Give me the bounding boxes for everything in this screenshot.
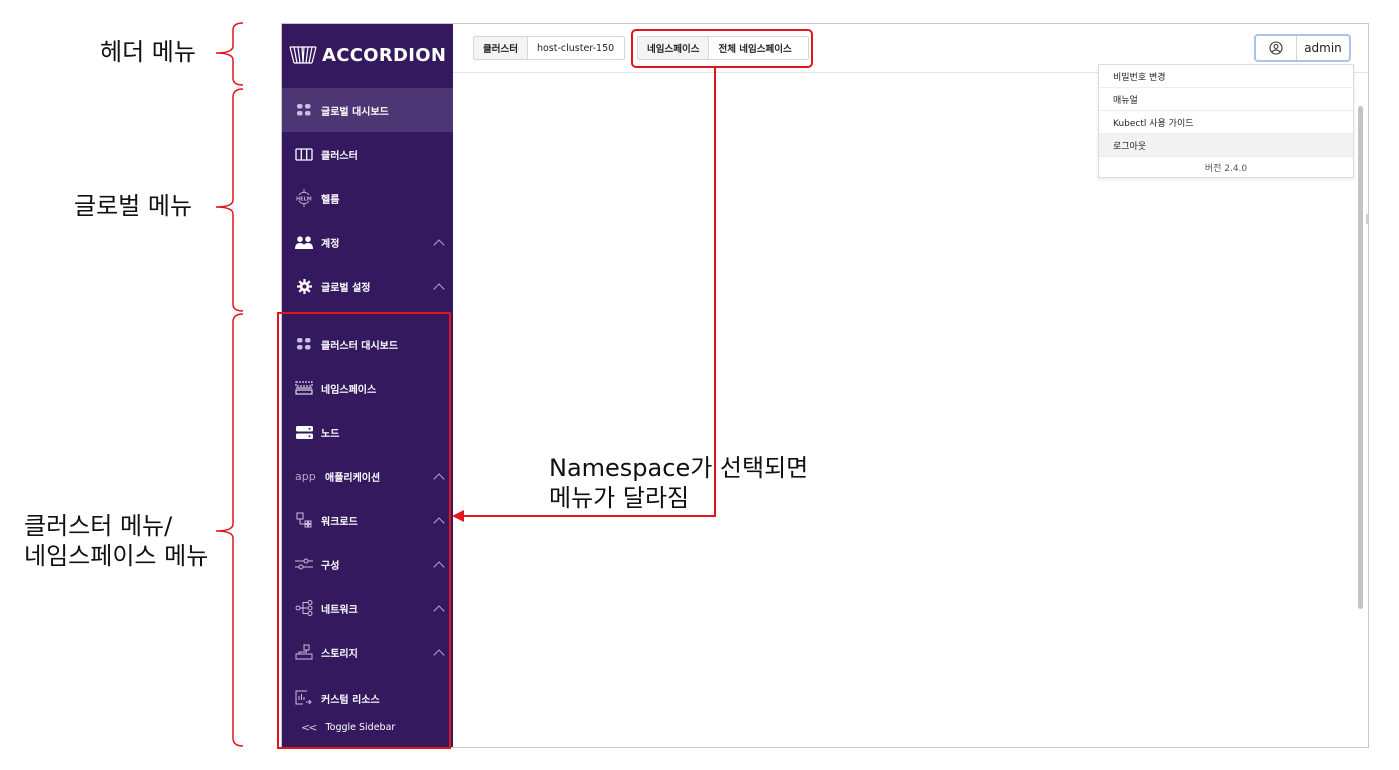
namespace-highlight-box [631,29,813,68]
header-menu-annotation: 헤더 메뉴 [100,38,196,66]
header-menu-brace [215,22,244,86]
cluster-menu-annotation-line2: 네임스페이스 메뉴 [24,542,209,570]
arrow-head-icon [452,510,464,522]
cluster-menu-highlight-box [277,312,451,749]
annotation-overlay [215,22,813,749]
cluster-menu-annotation-line1: 클러스터 메뉴/ [24,512,173,540]
namespace-note-line2: 메뉴가 달라짐 [549,484,690,512]
global-menu-brace [215,88,244,312]
cluster-menu-brace [215,313,244,747]
namespace-arrow-line [462,67,716,517]
namespace-note-line1: Namespace가 선택되면 [549,454,809,482]
global-menu-annotation: 글로벌 메뉴 [74,192,193,220]
